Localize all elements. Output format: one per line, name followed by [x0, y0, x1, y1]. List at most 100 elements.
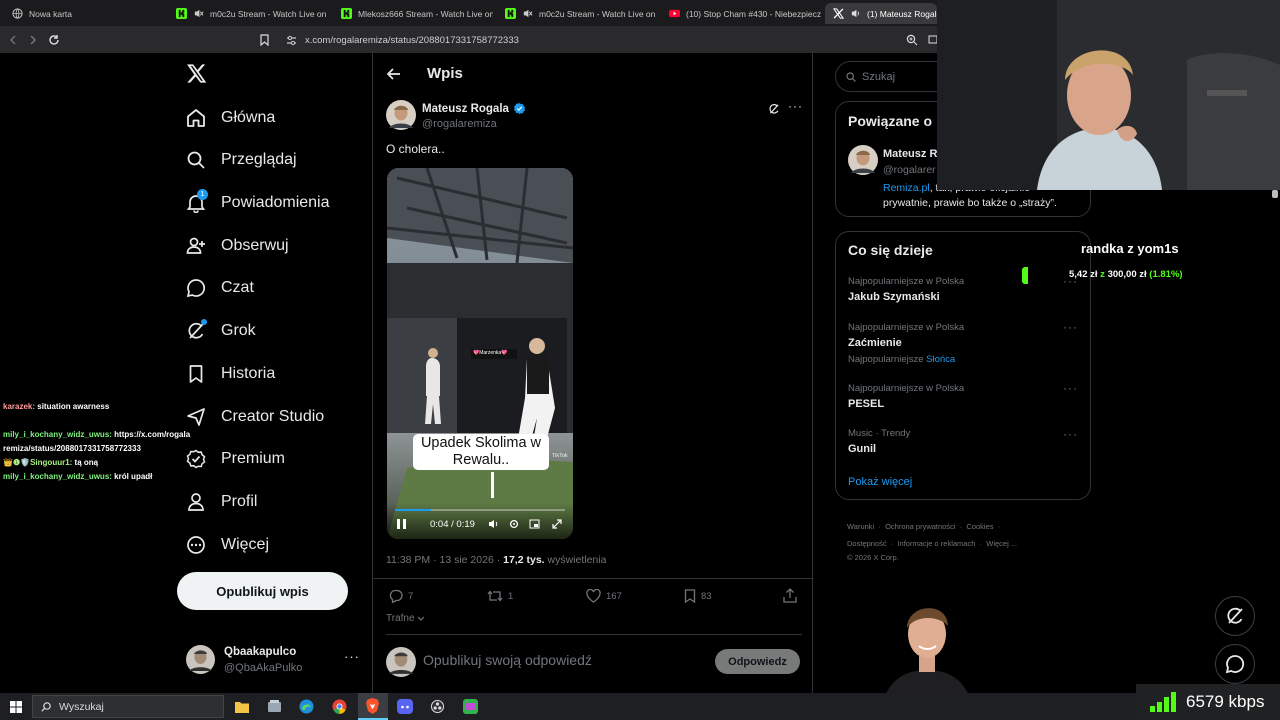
trend-more-icon[interactable]: ··· — [1063, 381, 1078, 395]
pause-icon[interactable] — [397, 519, 406, 529]
file-explorer-icon[interactable] — [235, 700, 249, 713]
nav-item-notifications[interactable]: 1 Powiadomienia — [186, 188, 330, 218]
reply-input[interactable]: Opublikuj swoją odpowiedź — [423, 652, 592, 668]
author-name-row[interactable]: Mateusz Rogala — [422, 102, 526, 115]
author-avatar[interactable] — [386, 100, 416, 130]
volume-icon[interactable] — [488, 519, 499, 529]
post-text: O cholera.. — [386, 142, 445, 156]
edge-icon[interactable] — [299, 699, 314, 714]
mute-icon[interactable] — [522, 8, 533, 19]
browser-tab[interactable]: Nowa karta — [4, 3, 164, 24]
footer-links: Warunki · Ochrona prywatności · Cookies … — [847, 518, 1087, 564]
nav-item-chat[interactable]: Czat — [186, 273, 254, 303]
video-player[interactable]: 💖Marzenka💖 TikTok Upadek Skolima w Rewal… — [387, 168, 573, 539]
nav-item-history[interactable]: Historia — [186, 359, 275, 389]
nav-item-home[interactable]: Główna — [186, 103, 275, 133]
browser-tab-active[interactable]: (1) Mateusz Rogala w s — [825, 3, 937, 24]
chat-user: karazek: — [3, 402, 36, 411]
nav-item-follow[interactable]: Obserwuj — [186, 231, 289, 261]
app-icon[interactable] — [267, 699, 282, 714]
trend-related-link[interactable]: Słońca — [926, 354, 955, 365]
post-button[interactable]: Opublikuj wpis — [177, 572, 348, 610]
account-switcher[interactable]: Qbaakapulco @QbaAkaPulko ··· — [186, 642, 366, 682]
share-icon[interactable] — [783, 588, 797, 603]
related-name[interactable]: Mateusz R — [883, 148, 937, 160]
goal-progress-fill — [1022, 267, 1028, 284]
repost-action[interactable]: 1 — [487, 589, 513, 603]
reply-action[interactable]: 7 — [389, 589, 413, 603]
settings-icon[interactable] — [509, 519, 519, 529]
browser-tab[interactable]: Mlekosz666 Stream - Watch Live on — [333, 3, 493, 24]
nav-item-grok[interactable]: Grok — [186, 316, 256, 346]
trend-item[interactable]: Music · Trendy Gunil — [848, 428, 1078, 455]
mute-icon[interactable] — [193, 8, 204, 19]
brave-taskbar-active[interactable] — [358, 693, 388, 720]
related-title: Powiązane o — [848, 113, 933, 129]
trend-more-icon[interactable]: ··· — [1063, 427, 1078, 441]
chat-icon — [1225, 655, 1245, 674]
related-bio-line2: prywatnie, prawie bo także o „straży”. — [883, 197, 1057, 209]
related-avatar[interactable] — [848, 145, 878, 175]
browser-tab[interactable]: (10) Stop Cham #430 - Niebezpieczn — [661, 3, 821, 24]
trend-item[interactable]: Najpopularniejsze w Polska Zaćmienie Naj… — [848, 322, 1078, 365]
taskbar-search[interactable]: Wyszukaj — [32, 695, 224, 718]
chrome-icon[interactable] — [332, 699, 347, 714]
streaming-app-icon[interactable] — [463, 699, 478, 714]
reload-icon[interactable] — [48, 34, 60, 46]
back-icon[interactable] — [8, 35, 18, 45]
chevron-down-icon — [417, 616, 424, 621]
x-logo-icon[interactable] — [187, 64, 207, 83]
trend-name: Zaćmienie — [848, 337, 902, 349]
bookmark-action[interactable]: 83 — [684, 589, 712, 603]
trend-name: PESEL — [848, 398, 885, 410]
tab-title: Mlekosz666 Stream - Watch Live on — [358, 8, 493, 19]
nav-label: Powiadomienia — [221, 194, 330, 211]
trend-item[interactable]: Najpopularniejsze w Polska PESEL — [848, 383, 1078, 410]
nav-item-premium[interactable]: Premium — [186, 444, 285, 474]
sort-dropdown[interactable]: Trafne — [386, 613, 425, 624]
grok-floating-button[interactable] — [1215, 596, 1255, 636]
footer-link[interactable]: Warunki — [847, 522, 874, 531]
browser-tab[interactable]: m0c2u Stream - Watch Live on K — [497, 3, 657, 24]
account-more-icon[interactable]: ··· — [344, 649, 360, 664]
obs-icon[interactable] — [430, 699, 445, 714]
nav-label: Grok — [221, 322, 256, 339]
windows-start-icon[interactable] — [10, 701, 22, 713]
goal-title: randka z yom1s — [1081, 241, 1179, 256]
taskbar: Wyszukaj — [0, 693, 1280, 720]
messages-floating-button[interactable] — [1215, 644, 1255, 684]
footer-link[interactable]: Cookies — [966, 522, 993, 531]
nav-item-profile[interactable]: Profil — [186, 487, 257, 517]
video-progress-track[interactable] — [395, 509, 565, 511]
forward-icon[interactable] — [28, 35, 38, 45]
page-scrollbar[interactable] — [1272, 190, 1278, 198]
related-bio-link[interactable]: Remiza.pl — [883, 182, 930, 194]
footer-link[interactable]: Więcej ... — [986, 539, 1017, 548]
pip-icon[interactable] — [529, 519, 540, 529]
screen-icon[interactable] — [928, 35, 937, 45]
trend-item[interactable]: Najpopularniejsze w Polska Jakub Szymańs… — [848, 276, 1078, 303]
nav-item-explore[interactable]: Przeglądaj — [186, 145, 297, 175]
footer-link[interactable]: Ochrona prywatności — [885, 522, 955, 531]
zoom-icon[interactable] — [906, 34, 918, 46]
address-bar[interactable]: x.com/rogalaremiza/status/20880173317587… — [276, 31, 936, 49]
site-settings-icon[interactable] — [286, 35, 297, 46]
post-timestamp: 11:38 PM · 13 sie 2026 · — [386, 554, 504, 566]
grok-post-icon[interactable] — [768, 103, 780, 115]
discord-icon[interactable] — [397, 699, 413, 714]
post-more-icon[interactable]: ··· — [788, 99, 803, 113]
fullscreen-icon[interactable] — [552, 519, 562, 529]
footer-link[interactable]: Dostępność — [847, 539, 887, 548]
show-more-link[interactable]: Pokaż więcej — [848, 476, 912, 488]
tab-title: m0c2u Stream - Watch Live on K — [210, 8, 328, 19]
nav-item-more[interactable]: Więcej — [186, 530, 269, 560]
like-action[interactable]: 167 — [586, 589, 622, 603]
speaker-icon[interactable] — [850, 8, 861, 19]
trend-more-icon[interactable]: ··· — [1063, 320, 1078, 334]
back-arrow-icon[interactable] — [387, 68, 401, 80]
footer-link[interactable]: Informacje o reklamach — [897, 539, 975, 548]
browser-tab[interactable]: m0c2u Stream - Watch Live on K — [168, 3, 328, 24]
reply-button[interactable]: Odpowiedz — [715, 649, 800, 674]
bookmark-star-icon[interactable] — [259, 34, 270, 46]
nav-item-creator-studio[interactable]: Creator Studio — [186, 402, 324, 432]
